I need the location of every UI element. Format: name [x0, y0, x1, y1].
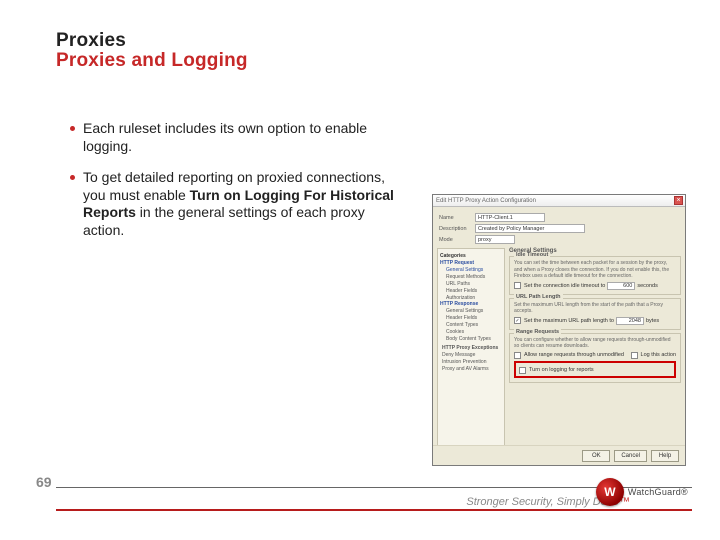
accent-line: [56, 509, 692, 511]
fieldset-legend: Idle Timeout: [514, 252, 550, 258]
mode-label: Mode: [439, 237, 475, 243]
bullet-item: To get detailed reporting on proxied con…: [70, 169, 400, 239]
unit-label: bytes: [646, 318, 659, 324]
bullet-text: To get detailed reporting on proxied con…: [83, 169, 400, 239]
tree-item[interactable]: Header Fields: [446, 287, 502, 294]
bullet-list: Each ruleset includes its own option to …: [70, 120, 400, 253]
tree-item[interactable]: HTTP Proxy Exceptions: [442, 344, 502, 351]
logo-text: WatchGuard®: [628, 487, 688, 497]
url-length-fieldset: URL Path Length Set the maximum URL leng…: [509, 298, 681, 330]
tree-item[interactable]: General Settings: [446, 307, 502, 314]
tree-item[interactable]: Deny Message: [442, 351, 502, 358]
dialog-top-fields: Name HTTP-Client.1 Description Created b…: [433, 207, 685, 248]
tree-item[interactable]: Content Types: [446, 321, 502, 328]
page-number: 69: [36, 474, 52, 490]
tree-item[interactable]: Header Fields: [446, 314, 502, 321]
fieldset-legend: Range Requests: [514, 329, 561, 335]
tree-item[interactable]: Body Content Types: [446, 335, 502, 342]
logo-icon: W: [596, 478, 624, 506]
bullet-item: Each ruleset includes its own option to …: [70, 120, 400, 155]
proxy-config-dialog: Edit HTTP Proxy Action Configuration × N…: [432, 194, 686, 466]
tree-item[interactable]: Request Methods: [446, 273, 502, 280]
log-action-checkbox[interactable]: [631, 352, 638, 359]
url-length-value[interactable]: 2048: [616, 317, 644, 325]
dialog-main: Categories HTTP Request General Settings…: [433, 248, 685, 452]
title-block: Proxies Proxies and Logging: [56, 30, 248, 72]
idle-timeout-value[interactable]: 600: [607, 282, 635, 290]
checkbox-label: Log this action: [641, 352, 676, 358]
checkbox-label: Allow range requests through unmodified: [524, 352, 624, 358]
fieldset-desc: You can set the time between each packet…: [514, 260, 676, 280]
description-label: Description: [439, 226, 475, 232]
name-label: Name: [439, 215, 475, 221]
unit-label: seconds: [637, 283, 658, 289]
bullet-text: Each ruleset includes its own option to …: [83, 120, 400, 155]
bullet-icon: [70, 175, 75, 180]
dialog-titlebar[interactable]: Edit HTTP Proxy Action Configuration ×: [433, 195, 685, 207]
tree-item[interactable]: Cookies: [446, 328, 502, 335]
checkbox-label: Set the connection idle timeout to: [524, 283, 605, 289]
dialog-title: Edit HTTP Proxy Action Configuration: [436, 198, 536, 204]
checkbox-label: Turn on logging for reports: [529, 367, 594, 373]
fieldset-legend: URL Path Length: [514, 294, 563, 300]
tree-item[interactable]: Proxy and AV Alarms: [442, 365, 502, 372]
category-tree[interactable]: Categories HTTP Request General Settings…: [437, 248, 505, 452]
logging-reports-checkbox[interactable]: [519, 367, 526, 374]
idle-timeout-fieldset: Idle Timeout You can set the time betwee…: [509, 256, 681, 295]
logo: W WatchGuard®: [596, 478, 688, 506]
slide: Proxies Proxies and Logging Each ruleset…: [0, 0, 720, 540]
range-allow-checkbox[interactable]: [514, 352, 521, 359]
tree-item[interactable]: Authorization: [446, 294, 502, 301]
range-requests-fieldset: Range Requests You can configure whether…: [509, 333, 681, 383]
tree-item[interactable]: Intrusion Prevention: [442, 358, 502, 365]
categories-label: Categories: [440, 253, 502, 259]
url-length-checkbox[interactable]: ✓: [514, 317, 521, 324]
name-field[interactable]: HTTP-Client.1: [475, 213, 545, 222]
title-line-2: Proxies and Logging: [56, 50, 248, 72]
description-field[interactable]: Created by Policy Manager: [475, 224, 585, 233]
close-icon[interactable]: ×: [674, 196, 683, 205]
fieldset-desc: You can configure whether to allow range…: [514, 337, 676, 350]
logging-highlight-box: Turn on logging for reports: [514, 361, 676, 378]
fieldset-desc: Set the maximum URL length from the star…: [514, 302, 676, 315]
tree-item[interactable]: URL Paths: [446, 280, 502, 287]
bullet-icon: [70, 126, 75, 131]
mode-select[interactable]: proxy: [475, 235, 515, 244]
help-button[interactable]: Help: [651, 450, 679, 462]
title-line-1: Proxies: [56, 30, 248, 52]
cancel-button[interactable]: Cancel: [614, 450, 647, 462]
checkbox-label: Set the maximum URL path length to: [524, 318, 614, 324]
tree-item[interactable]: General Settings: [446, 266, 502, 273]
settings-panel: General Settings Idle Timeout You can se…: [509, 248, 681, 452]
ok-button[interactable]: OK: [582, 450, 610, 462]
idle-timeout-checkbox[interactable]: [514, 282, 521, 289]
dialog-buttons: OK Cancel Help: [433, 445, 685, 465]
